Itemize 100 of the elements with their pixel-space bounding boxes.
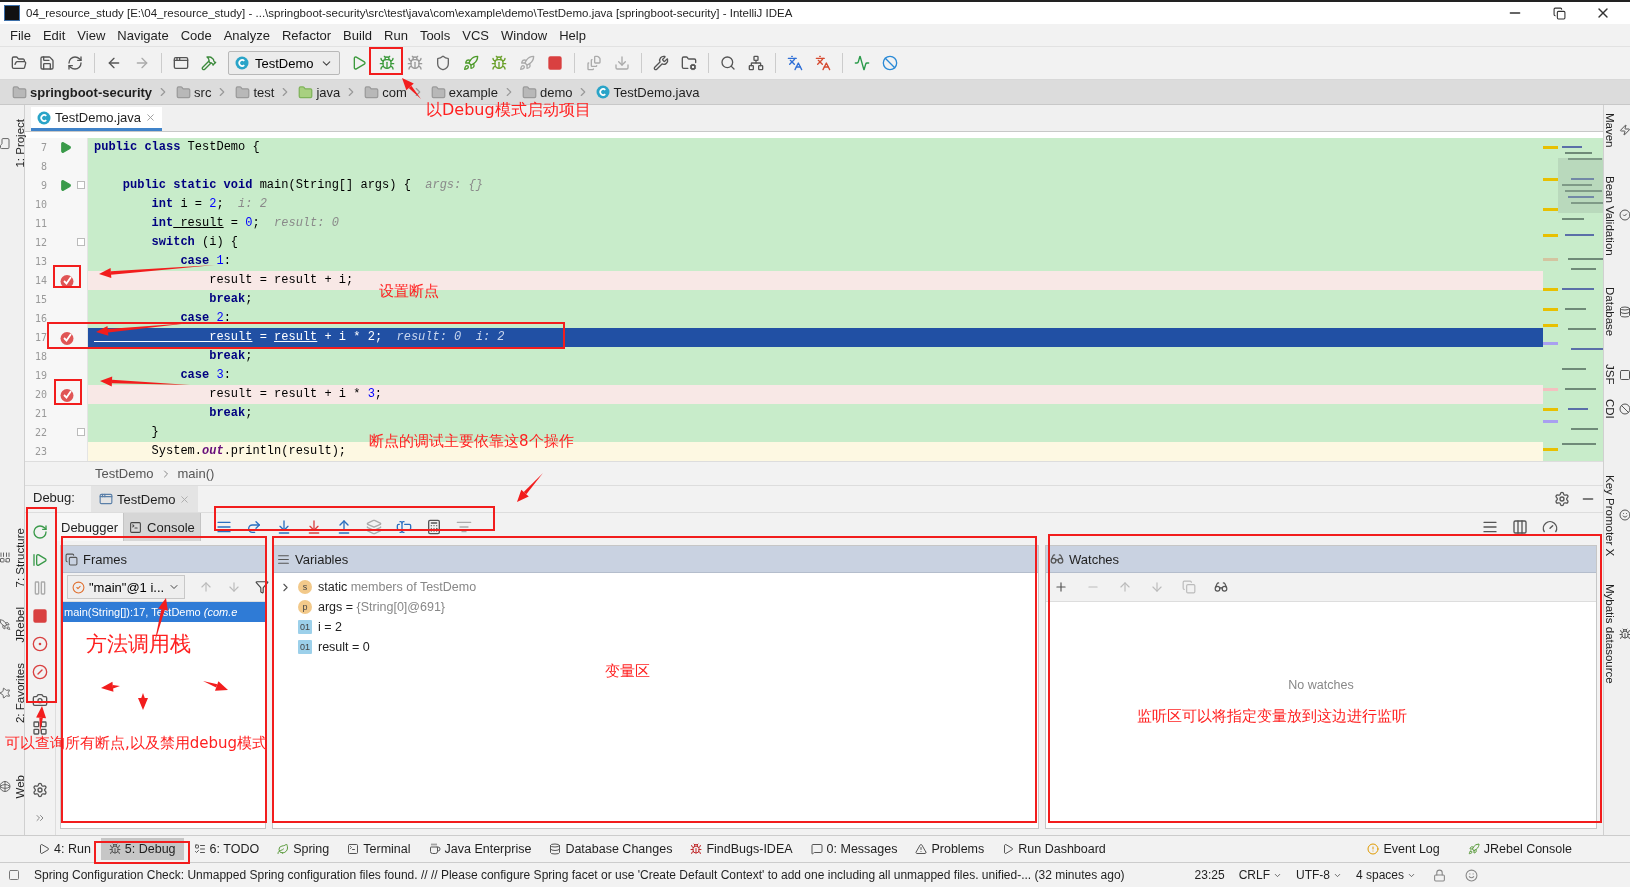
tool-window-button[interactable]: Key Promoter X	[1603, 474, 1630, 556]
breadcrumb-item[interactable]: java	[313, 84, 345, 100]
menu-item[interactable]: Analyze	[217, 27, 276, 43]
tool-window-tab[interactable]: Event Log	[1359, 838, 1448, 860]
menu-item[interactable]: Navigate	[111, 27, 175, 43]
breadcrumb-item[interactable]: test	[250, 84, 279, 100]
menu-item[interactable]: File	[4, 27, 37, 43]
translate-icon[interactable]	[813, 54, 832, 72]
tool-window-tab[interactable]: Problems	[907, 838, 993, 860]
menu-item[interactable]: VCS	[456, 27, 495, 43]
menu-item[interactable]: Edit	[36, 27, 72, 43]
tool-window-button[interactable]: JRebel	[0, 607, 26, 643]
breadcrumb-item[interactable]: example	[445, 84, 502, 100]
wrench-icon[interactable]	[651, 54, 670, 72]
breadcrumb-item[interactable]: springboot-security	[27, 84, 157, 100]
resume-icon[interactable]	[31, 551, 49, 569]
ban-icon[interactable]	[880, 54, 899, 72]
tool-window-tab[interactable]: Java Enterprise	[420, 838, 540, 860]
window-icon[interactable]	[172, 54, 190, 72]
breadcrumb-item[interactable]: demo	[536, 84, 577, 100]
restore-icon[interactable]	[1550, 4, 1568, 22]
rerun-icon[interactable]	[31, 523, 49, 541]
rocket-icon[interactable]	[461, 54, 480, 72]
run-gutter-icon[interactable]	[59, 141, 72, 154]
breadcrumb-item[interactable]: TestDemo.java	[610, 84, 704, 100]
columns-icon[interactable]	[1511, 518, 1529, 536]
bug-icon[interactable]	[489, 54, 508, 72]
tool-window-tab[interactable]: FindBugs-IDEA	[682, 838, 801, 860]
filter-icon[interactable]	[255, 578, 270, 596]
tool-window-tab[interactable]: Terminal	[339, 838, 419, 860]
breadcrumb-item[interactable]: main()	[177, 466, 215, 481]
smile-icon[interactable]	[1462, 866, 1480, 884]
debugger-tab[interactable]: Console	[124, 513, 201, 541]
thread-dropdown[interactable]: "main"@1 i...	[67, 575, 186, 599]
menu-item[interactable]: Window	[494, 27, 554, 43]
status-item[interactable]: UTF-8	[1295, 868, 1342, 882]
breadcrumb-item[interactable]: src	[191, 84, 216, 100]
status-item[interactable]: 23:25	[1194, 868, 1225, 882]
tool-window-tab[interactable]: 6: TODO	[185, 838, 268, 860]
settings-icon[interactable]	[31, 781, 49, 799]
tool-window-button[interactable]: CDI	[1603, 398, 1630, 419]
breadcrumb-item[interactable]: TestDemo	[95, 466, 154, 481]
breakpoint-icon[interactable]	[59, 272, 75, 289]
tool-window-button[interactable]: JSF	[1603, 364, 1630, 385]
tool-window-tab[interactable]: 4: Run	[30, 838, 99, 860]
layout-icon[interactable]	[31, 719, 49, 737]
tool-window-button[interactable]: Mybatis datasource	[1603, 583, 1630, 684]
tool-window-button[interactable]: 1: Project	[0, 119, 26, 168]
tool-window-button[interactable]: Database	[1603, 287, 1630, 337]
search-icon[interactable]	[718, 54, 737, 72]
menu-item[interactable]: Tools	[413, 27, 457, 43]
activity-icon[interactable]	[852, 54, 871, 72]
save-icon[interactable]	[38, 54, 56, 72]
tool-window-tab[interactable]: 5: Debug	[100, 838, 184, 860]
tool-window-button[interactable]: 2: Favorites	[0, 662, 26, 723]
breakpoint-icon[interactable]	[59, 329, 75, 346]
run-to-cursor-icon[interactable]	[394, 518, 413, 536]
camera-icon[interactable]	[31, 691, 49, 709]
menu-item[interactable]: Code	[174, 27, 218, 43]
breadcrumb-item[interactable]: com	[379, 84, 411, 100]
debug-icon[interactable]	[377, 54, 396, 72]
tool-window-tab[interactable]: Spring	[269, 838, 338, 860]
tool-window-tab[interactable]: JRebel Console	[1459, 838, 1580, 860]
mute-breakpoints-icon[interactable]	[31, 663, 49, 681]
run-config-dropdown[interactable]: TestDemo	[228, 51, 340, 75]
drop-frame-icon[interactable]	[364, 518, 383, 536]
menu-item[interactable]: View	[71, 27, 112, 43]
folder-settings-icon[interactable]	[679, 54, 698, 72]
download-icon[interactable]	[612, 54, 631, 72]
sync-icon[interactable]	[66, 54, 84, 72]
translate-icon[interactable]	[785, 54, 804, 72]
view-breakpoints-icon[interactable]	[31, 635, 49, 653]
hammer-icon[interactable]	[200, 54, 218, 72]
run-gutter-icon[interactable]	[59, 179, 72, 192]
status-item[interactable]: CRLF	[1238, 868, 1282, 882]
editor-tab[interactable]: TestDemo.java	[31, 107, 162, 131]
session-tab[interactable]: TestDemo	[90, 486, 199, 512]
stop-icon[interactable]	[545, 54, 564, 72]
checkbox-icon[interactable]	[8, 869, 20, 881]
menu-item[interactable]: Run	[378, 27, 414, 43]
debugger-tab[interactable]: Debugger	[56, 513, 125, 541]
menu-item[interactable]: Refactor	[275, 27, 338, 43]
file-stack-icon[interactable]	[584, 54, 603, 72]
status-item[interactable]: 4 spaces	[1355, 868, 1416, 882]
tool-window-button[interactable]: 7: Structure	[0, 527, 26, 588]
tool-window-tab[interactable]: Run Dashboard	[994, 838, 1114, 860]
stop-icon[interactable]	[31, 607, 49, 625]
settings-icon[interactable]	[1553, 490, 1571, 508]
tool-window-button[interactable]: Maven	[1603, 113, 1630, 148]
folder-open-icon[interactable]	[10, 54, 28, 72]
breakpoint-icon[interactable]	[59, 386, 75, 403]
menu-item[interactable]: Build	[337, 27, 378, 43]
rocket-icon[interactable]	[517, 54, 536, 72]
bug-icon[interactable]	[405, 54, 424, 72]
network-icon[interactable]	[746, 54, 765, 72]
menu-item[interactable]: Help	[553, 27, 592, 43]
tool-window-tab[interactable]: Database Changes	[541, 838, 681, 860]
tool-window-button[interactable]: Web	[0, 774, 26, 799]
tool-window-tab[interactable]: 0: Messages	[802, 838, 906, 860]
tool-window-button[interactable]: Bean Validation	[1603, 175, 1630, 256]
